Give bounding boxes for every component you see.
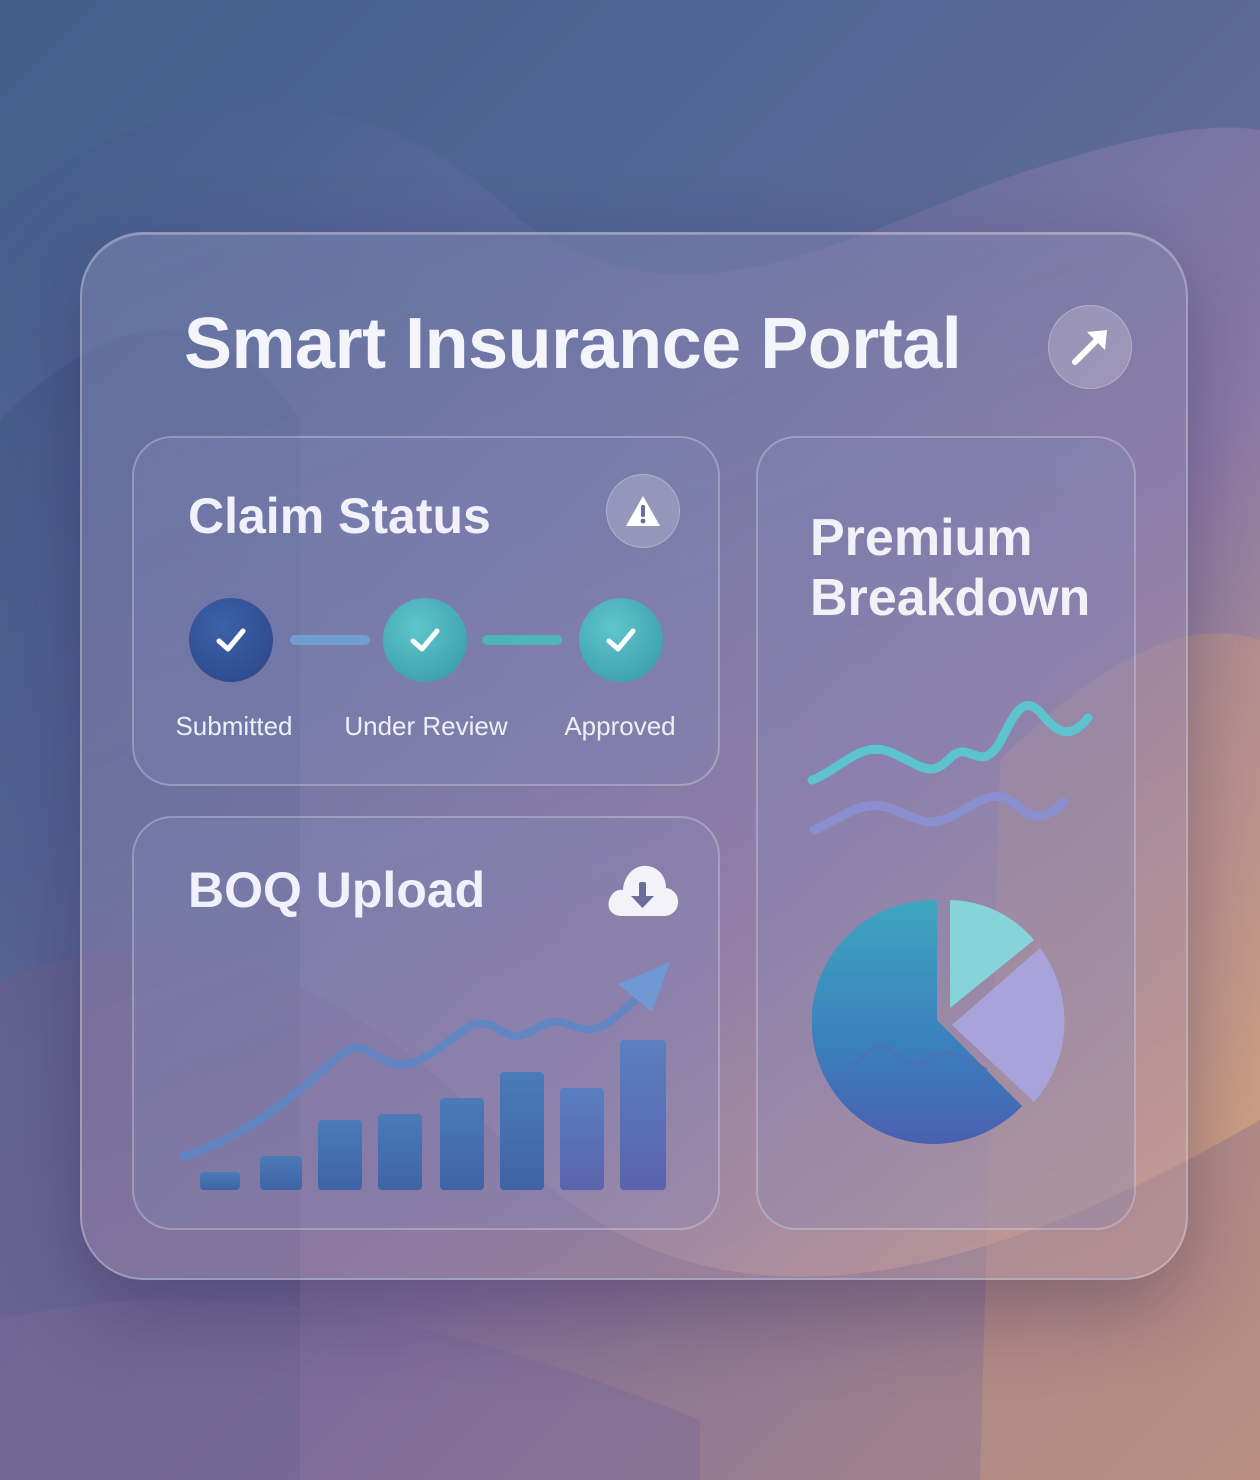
premium-wave-chart (807, 701, 1093, 835)
bar-5 (440, 1098, 484, 1190)
boq-upload-title: BOQ Upload (188, 862, 486, 918)
alert-button[interactable] (606, 474, 680, 548)
claim-status-title: Claim Status (188, 488, 491, 544)
upload-button[interactable] (604, 858, 680, 920)
check-icon (410, 628, 440, 652)
warning-icon (626, 496, 660, 526)
step-label-submitted: Submitted (175, 711, 293, 741)
step-label-under-review: Under Review (344, 711, 508, 741)
premium-breakdown-title: Premium Breakdown (810, 508, 1090, 628)
progress-connector-1 (290, 635, 370, 645)
cloud-download-icon (608, 865, 679, 916)
bar-4 (378, 1114, 422, 1190)
bar-6 (500, 1072, 544, 1190)
bar-1 (200, 1172, 240, 1190)
step-label-approved: Approved (564, 711, 676, 741)
bar-3 (318, 1120, 362, 1190)
progress-connector-2 (482, 635, 562, 645)
expand-button[interactable] (1048, 305, 1132, 389)
wave-line-2 (809, 791, 1069, 835)
page-title: Smart Insurance Portal (184, 304, 962, 384)
premium-title-line-1: Premium (810, 509, 1033, 567)
boq-growth-chart (180, 962, 670, 1190)
arrow-up-right-icon (1072, 330, 1107, 365)
step-under-review-indicator (383, 598, 467, 682)
check-icon (216, 628, 246, 652)
wave-line-1 (807, 701, 1093, 785)
premium-pie-chart (812, 899, 1065, 1144)
premium-title-line-2: Breakdown (810, 569, 1091, 627)
step-submitted-indicator (189, 598, 273, 682)
check-icon (606, 628, 636, 652)
step-approved-indicator (579, 598, 663, 682)
bar-7 (560, 1088, 604, 1190)
bar-8 (620, 1040, 666, 1190)
bar-2 (260, 1156, 302, 1190)
